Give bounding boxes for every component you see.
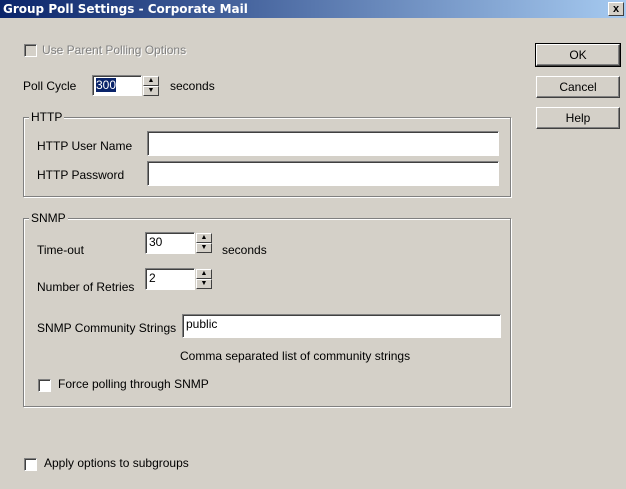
spin-down-icon[interactable]: ▼ [196,243,212,253]
window-title: Group Poll Settings - Corporate Mail [3,2,248,16]
help-button[interactable]: Help [536,107,620,129]
spin-up-icon[interactable]: ▲ [196,233,212,243]
poll-cycle-unit: seconds [170,79,215,93]
retries-spinner[interactable]: ▲ ▼ [196,269,212,289]
use-parent-label: Use Parent Polling Options [42,43,187,57]
timeout-input[interactable]: 30 [145,232,195,254]
retries-label: Number of Retries [37,280,135,294]
force-snmp-label: Force polling through SNMP [58,377,209,391]
community-hint: Comma separated list of community string… [180,349,411,363]
spin-up-icon[interactable]: ▲ [143,76,159,86]
poll-cycle-label: Poll Cycle [23,79,77,93]
spin-down-icon[interactable]: ▼ [143,86,159,96]
timeout-spinner[interactable]: ▲ ▼ [196,233,212,253]
http-user-input[interactable] [147,131,499,156]
snmp-group-label: SNMP [29,211,68,225]
retries-input[interactable]: 2 [145,268,195,290]
spin-down-icon[interactable]: ▼ [196,279,212,289]
spin-up-icon[interactable]: ▲ [196,269,212,279]
http-password-input[interactable] [147,161,499,186]
community-input[interactable]: public [182,314,501,338]
apply-subgroups-checkbox[interactable] [24,458,37,471]
http-user-label: HTTP User Name [37,139,133,153]
ok-button[interactable]: OK [535,43,621,67]
http-group-label: HTTP [29,110,65,124]
community-label: SNMP Community Strings [37,321,177,335]
dialog-window: Group Poll Settings - Corporate Mail x U… [0,0,626,489]
apply-subgroups-label: Apply options to subgroups [44,456,189,470]
poll-cycle-value: 300 [96,78,117,92]
timeout-label: Time-out [37,243,84,257]
timeout-unit: seconds [222,243,267,257]
close-icon[interactable]: x [608,2,624,16]
http-password-label: HTTP Password [37,168,125,182]
poll-cycle-input[interactable]: 300 [92,75,142,96]
use-parent-checkbox[interactable] [24,44,37,57]
poll-cycle-spinner[interactable]: ▲ ▼ [143,76,159,96]
force-snmp-checkbox[interactable] [38,379,51,392]
cancel-button[interactable]: Cancel [536,76,620,98]
title-bar[interactable]: Group Poll Settings - Corporate Mail x [0,0,626,18]
